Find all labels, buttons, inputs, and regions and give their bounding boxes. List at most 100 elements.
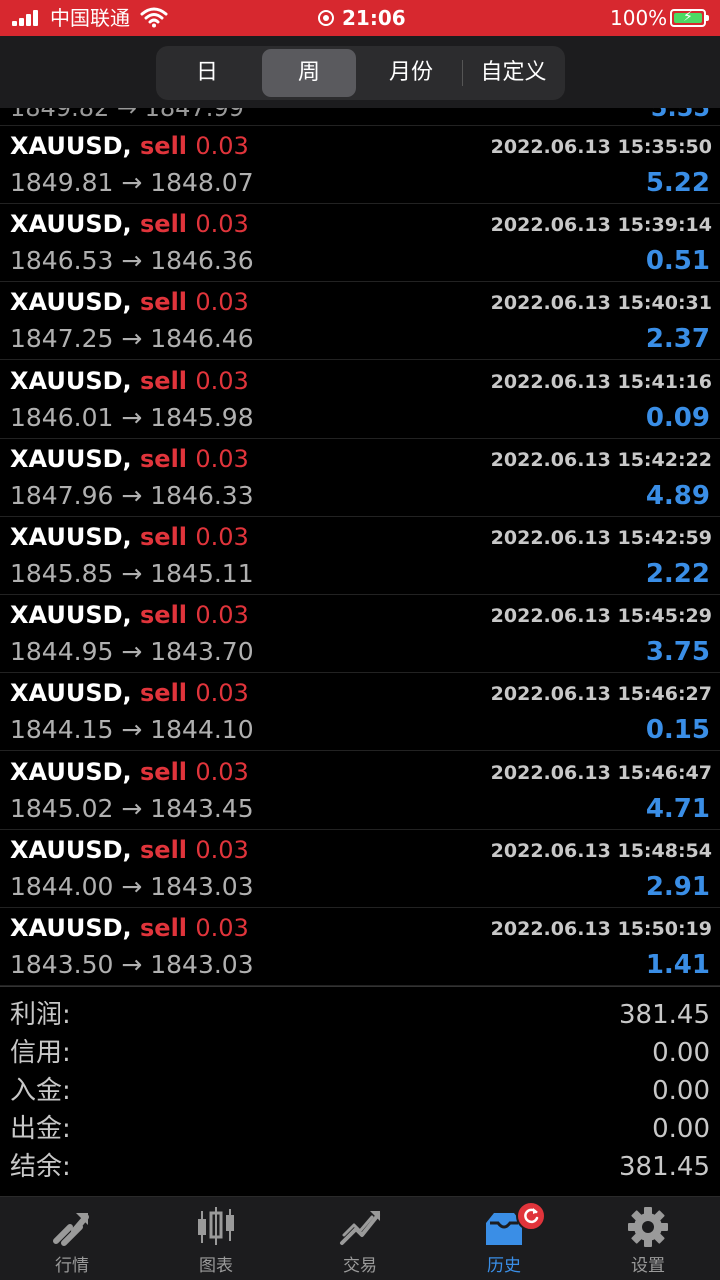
arrow-right-icon: → [113,246,151,276]
tab-quotes[interactable]: 行情 [0,1197,144,1280]
trade-open-price: 1847.25 [10,324,114,354]
period-tab-day[interactable]: 日 [160,49,254,97]
trade-row[interactable]: XAUUSD, sell 0.03 2022.06.13 15:41:16 1846… [0,361,720,439]
trade-volume: 0.03 [195,366,249,395]
summary-label: 信用: [10,1038,71,1068]
trade-close-price: 1845.98 [150,402,254,432]
arrow-right-icon: → [113,715,151,745]
trade-volume: 0.03 [195,914,249,942]
summary-value: 0.00 [652,1114,710,1144]
trade-side: sell [140,210,188,239]
trade-profit: 2.37 [645,324,710,355]
trade-time: 2022.06.13 15:42:59 [490,527,712,549]
trade-row[interactable]: XAUUSD, sell 0.03 2022.06.13 15:46:47 1845… [0,752,720,830]
trade-volume: 0.03 [195,757,249,786]
trade-header: XAUUSD, sell 0.03 [10,131,249,161]
trade-open-price: 1847.96 [10,480,114,510]
trade-close-price: 1846.46 [150,324,254,354]
trade-row[interactable]: XAUUSD, sell 0.03 2022.06.13 15:48:54 1844… [0,830,720,908]
segment-divider [462,60,463,86]
trade-row[interactable]: XAUUSD, sell 0.03 2022.06.13 15:35:50 1849… [0,126,720,204]
trade-time: 2022.06.13 15:46:47 [490,761,712,784]
trade-symbol: XAUUSD, [10,757,132,786]
trade-profit: 3.75 [645,637,710,668]
trade-header: XAUUSD, sell 0.03 [10,757,249,787]
trade-header: XAUUSD, sell 0.03 [10,287,249,317]
trade-prices: 1846.53 → 1846.36 [10,246,254,276]
trade-prices: 1849.82 → 1847.99 [10,108,244,122]
trade-prices: 1847.25 → 1846.46 [10,324,254,354]
trade-profit: 0.51 [645,246,710,277]
trade-prices: 1847.96 → 1846.33 [10,481,254,511]
trade-prices: 1845.02 → 1843.45 [10,794,254,824]
arrow-right-icon: → [113,480,151,510]
arrow-right-icon: → [113,950,151,979]
trade-symbol: XAUUSD, [10,914,132,942]
period-segmented-control: 日 周 月份 自定义 [156,46,565,100]
trade-side: sell [140,914,188,942]
trade-history-list[interactable]: 1849.82 → 1847.99 5.55 XAUUSD, sell 0.03… [0,108,720,986]
trade-profit: 0.09 [645,402,710,433]
trade-side: sell [140,601,188,630]
trade-side: sell [140,757,188,786]
trade-side: sell [140,444,188,473]
trade-side: sell [140,366,188,395]
trade-row[interactable]: XAUUSD, sell 0.03 2022.06.13 15:39:14 1846… [0,204,720,283]
period-tab-week[interactable]: 周 [262,49,356,97]
trade-prices: 1849.81 → 1848.07 [10,168,254,198]
trade-header: XAUUSD, sell 0.03 [10,678,249,708]
tab-label: 历史 [487,1256,521,1276]
tab-settings[interactable]: 设置 [576,1197,720,1280]
trade-row[interactable]: XAUUSD, sell 0.03 2022.06.13 15:42:59 1845… [0,517,720,595]
tab-trade[interactable]: 交易 [288,1197,432,1280]
trade-row[interactable]: XAUUSD, sell 0.03 2022.06.13 15:50:19 1843… [0,908,720,986]
trade-open-price: 1846.01 [10,402,114,432]
trade-symbol: XAUUSD, [10,444,132,473]
trade-row-partial[interactable]: 1849.82 → 1847.99 5.55 [0,108,720,126]
trade-time: 2022.06.13 15:42:22 [490,448,712,471]
trade-time: 2022.06.13 15:39:14 [490,214,712,237]
trade-volume: 0.03 [195,132,249,160]
trade-side: sell [140,132,188,160]
trade-side: sell [140,288,188,317]
trade-time: 2022.06.13 15:45:29 [490,605,712,628]
trade-symbol: XAUUSD, [10,601,132,630]
trade-close-price: 1848.07 [150,168,254,197]
trade-symbol: XAUUSD, [10,288,132,317]
trade-profit: 4.89 [645,480,710,511]
refresh-badge-icon [516,1201,546,1231]
wifi-icon [140,7,168,28]
carrier-label: 中国联通 [50,6,130,30]
trade-header: XAUUSD, sell 0.03 [10,366,249,396]
trade-row[interactable]: XAUUSD, sell 0.03 2022.06.13 15:40:31 1847… [0,282,720,361]
tab-history[interactable]: 历史 [432,1197,576,1280]
tab-chart[interactable]: 图表 [144,1197,288,1280]
period-tab-custom[interactable]: 自定义 [466,49,561,97]
trade-side: sell [140,679,188,708]
status-center: 21:06 [318,6,406,30]
trade-symbol: XAUUSD, [10,132,132,160]
trade-time: 2022.06.13 15:46:27 [490,683,712,706]
trade-profit: 4.71 [645,793,710,824]
trade-open-price: 1849.81 [10,168,114,197]
trade-row[interactable]: XAUUSD, sell 0.03 2022.06.13 15:46:27 1844… [0,673,720,752]
period-tab-month[interactable]: 月份 [364,49,458,97]
trade-header: XAUUSD, sell 0.03 [10,209,249,239]
screen-record-icon [318,10,334,26]
status-time: 21:06 [342,6,406,30]
trade-close-price: 1843.03 [150,950,254,979]
summary-label: 结余: [10,1152,71,1182]
trade-volume: 0.03 [195,601,249,630]
trade-open-price: 1846.53 [10,246,114,276]
trade-icon [340,1211,380,1245]
trade-close-price: 1846.36 [150,246,254,276]
summary-value: 381.45 [619,1000,710,1030]
tab-label: 设置 [631,1256,665,1276]
trade-row[interactable]: XAUUSD, sell 0.03 2022.06.13 15:42:22 1847… [0,439,720,517]
trade-profit: 1.41 [645,950,710,980]
quotes-icon [53,1213,89,1246]
summary-value: 0.00 [652,1076,710,1106]
trade-symbol: XAUUSD, [10,835,132,864]
trade-row[interactable]: XAUUSD, sell 0.03 2022.06.13 15:45:29 1844… [0,595,720,674]
trade-volume: 0.03 [195,444,249,473]
